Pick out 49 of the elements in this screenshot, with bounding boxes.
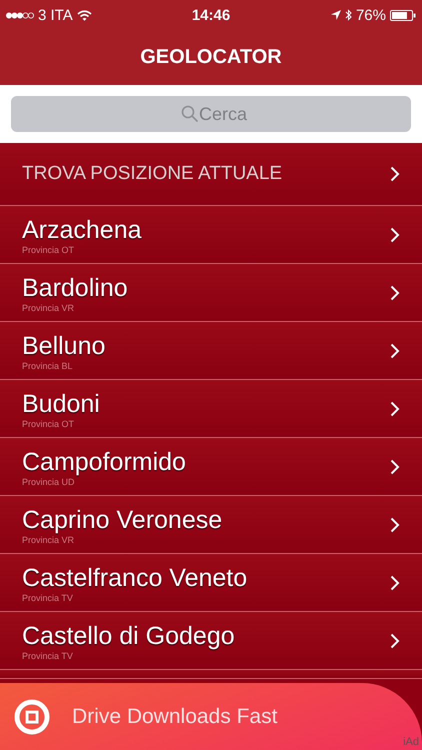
- place-name: Campoformido: [22, 446, 186, 476]
- province-label: Provincia UD: [22, 476, 76, 486]
- place-name: Arzachena: [22, 214, 142, 244]
- wifi-icon: [76, 10, 92, 20]
- status-time: 14:46: [192, 6, 230, 24]
- place-name: Budoni: [22, 388, 100, 418]
- chevron-icon: [390, 166, 400, 182]
- battery-percent: 76%: [356, 6, 386, 24]
- province-label: Provincia OT: [22, 418, 76, 428]
- signal-icon: [6, 12, 34, 18]
- place-row[interactable]: Budoni Provincia OT: [0, 380, 422, 438]
- province-label: Provincia VR: [22, 302, 76, 312]
- place-row[interactable]: Caprino Veronese Provincia VR: [0, 496, 422, 554]
- place-name: Belluno: [22, 330, 106, 360]
- place-name: Castello di Godego: [22, 620, 235, 650]
- battery-icon: [390, 10, 416, 20]
- province-label: Provincia OT: [22, 244, 76, 254]
- chevron-icon: [390, 574, 400, 590]
- province-label: Provincia TV: [22, 592, 74, 602]
- place-name: Caprino Veronese: [22, 504, 222, 534]
- bluetooth-icon: [344, 9, 352, 21]
- province-label: Provincia VR: [22, 534, 76, 544]
- chevron-icon: [390, 284, 400, 300]
- place-row[interactable]: Castello di Godego Provincia TV: [0, 612, 422, 670]
- place-name: Bardolino: [22, 272, 128, 302]
- search-field[interactable]: Cerca: [11, 96, 411, 132]
- search-icon: [181, 105, 199, 123]
- place-row[interactable]: Castelfranco Veneto Provincia TV: [0, 554, 422, 612]
- location-arrow-icon: [330, 10, 341, 20]
- chevron-icon: [390, 342, 400, 358]
- nav-title: GEOLOCATOR: [140, 46, 282, 69]
- chevron-icon: [390, 516, 400, 532]
- chevron-icon: [390, 458, 400, 474]
- chevron-icon: [390, 632, 400, 648]
- iad-label: iAd: [403, 736, 419, 748]
- current-location-label: TROVA POSIZIONE ATTUALE: [22, 163, 282, 185]
- province-label: Provincia TV: [22, 650, 74, 660]
- place-row[interactable]: Campoformido Provincia UD: [0, 438, 422, 496]
- chevron-icon: [390, 226, 400, 242]
- chevron-icon: [390, 400, 400, 416]
- place-name: Castelfranco Veneto: [22, 562, 248, 592]
- place-row[interactable]: Bardolino Provincia VR: [0, 264, 422, 322]
- current-location-row[interactable]: TROVA POSIZIONE ATTUALE: [0, 143, 422, 206]
- app-logo-icon: [14, 698, 50, 734]
- place-row[interactable]: Arzachena Provincia OT: [0, 206, 422, 264]
- ad-text: Drive Downloads Fast: [72, 704, 278, 728]
- carrier-name: 3 ITA: [38, 6, 73, 24]
- place-row[interactable]: Belluno Provincia BL: [0, 322, 422, 380]
- province-label: Provincia BL: [22, 360, 74, 370]
